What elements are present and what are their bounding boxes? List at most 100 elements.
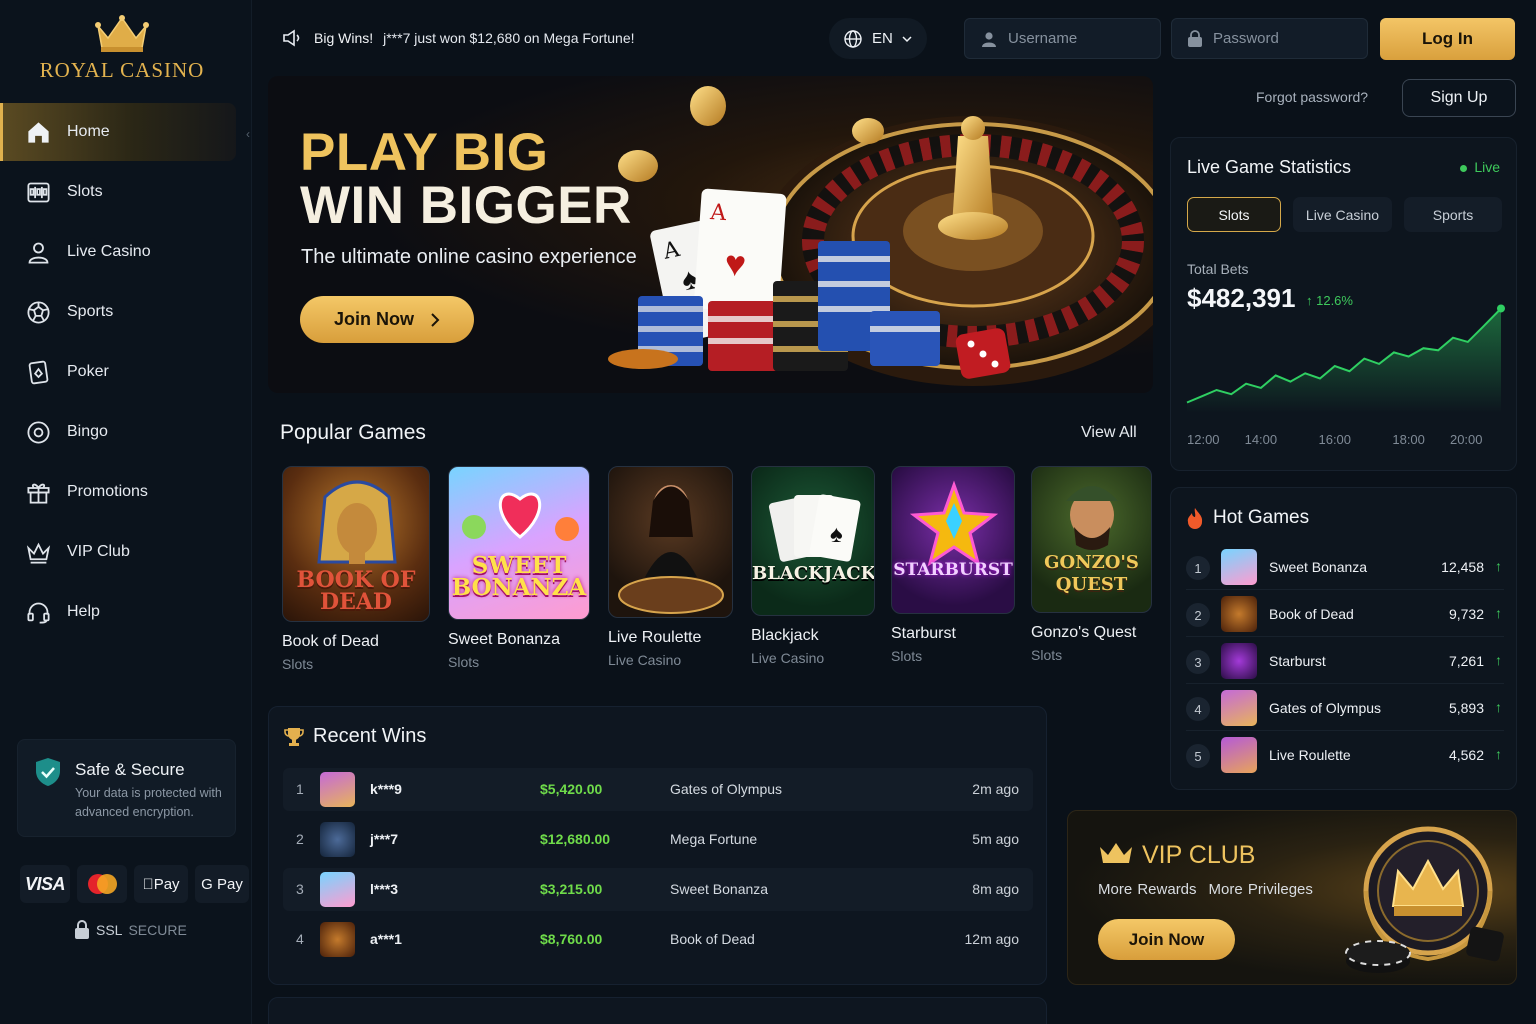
x-tick-label: 20:00 xyxy=(1450,432,1483,447)
game-card-blackjack[interactable]: ♠ BLACKJACK Blackjack Live Casino xyxy=(751,466,875,666)
vip-title: VIP CLUB xyxy=(1142,841,1256,869)
nav-item-bingo[interactable]: Bingo xyxy=(0,403,252,461)
hot-game-count: 5,893 xyxy=(1448,700,1484,716)
nav-item-promotions[interactable]: Promotions xyxy=(0,463,252,521)
vip-club-banner: VIP CLUB More Rewards More Privileges Joi… xyxy=(1067,810,1517,985)
recent-wins-panel: Recent Wins 1 k***9 $5,420.00 Gates of O… xyxy=(268,706,1047,985)
win-game: Gates of Olympus xyxy=(670,781,783,797)
nav-item-live-casino[interactable]: Live Casino xyxy=(0,223,252,281)
hot-rank: 3 xyxy=(1186,650,1210,674)
cards-icon xyxy=(28,360,49,384)
hot-game-name: Live Roulette xyxy=(1269,747,1351,763)
join-now-button[interactable]: Join Now xyxy=(300,296,474,343)
hot-game-row[interactable]: 5 Live Roulette 4,562 ↑ xyxy=(1186,734,1504,778)
nav-item-poker[interactable]: Poker xyxy=(0,343,252,401)
nav-label: Live Casino xyxy=(67,243,151,260)
popular-games-title: Popular Games xyxy=(280,421,426,444)
megaphone-icon xyxy=(283,29,300,47)
password-field[interactable] xyxy=(1171,18,1368,59)
visa-logo: VISA xyxy=(20,865,70,903)
crown-icon xyxy=(1100,843,1132,863)
game-category: Slots xyxy=(891,648,923,664)
nav-label: Poker xyxy=(67,363,109,380)
hot-game-name: Sweet Bonanza xyxy=(1269,559,1368,575)
game-thumbnail xyxy=(1221,596,1257,632)
hero-banner: A ♠ A ♥ PLAY BIG WIN BIGGER The ultimate o… xyxy=(268,76,1153,393)
win-user: k***9 xyxy=(370,781,402,797)
brand-logo[interactable]: ROYAL CASINO xyxy=(0,14,244,83)
gift-icon xyxy=(27,483,50,504)
username-input[interactable] xyxy=(1008,30,1148,47)
hot-game-row[interactable]: 1 Sweet Bonanza 12,458 ↑ xyxy=(1186,546,1504,590)
game-card-sweet-bonanza[interactable]: SWEET BONANZA Sweet Bonanza Slots xyxy=(448,466,590,670)
trend-up-icon: ↑ xyxy=(1495,652,1502,668)
hot-games-panel: Hot Games 1 Sweet Bonanza 12,458 ↑ 2 Boo… xyxy=(1170,487,1517,790)
headset-icon xyxy=(27,602,50,624)
win-amount: $3,215.00 xyxy=(540,881,603,897)
vip-subtitle: More Rewards More Privileges xyxy=(1098,881,1313,898)
tab-slots[interactable]: Slots xyxy=(1187,197,1281,232)
svg-text:A: A xyxy=(708,200,728,226)
chart-area xyxy=(1187,308,1501,413)
signup-button[interactable]: Sign Up xyxy=(1402,79,1516,117)
main-nav: Home Slots Live Casino Sports Poker Bing… xyxy=(0,103,252,643)
game-name: Blackjack xyxy=(751,627,819,644)
ticker-lead: Big Wins! xyxy=(314,30,374,46)
win-row: 2 j***7 $12,680.00 Mega Fortune 5m ago xyxy=(283,818,1033,861)
star-gem-icon xyxy=(909,480,999,567)
game-thumbnail xyxy=(320,922,355,957)
safe-secure-card: Safe & Secure Your data is protected wit… xyxy=(17,739,236,837)
game-thumbnail xyxy=(320,772,355,807)
nav-item-help[interactable]: Help xyxy=(0,583,252,641)
hot-rank: 5 xyxy=(1186,744,1210,768)
vip-join-button[interactable]: Join Now xyxy=(1098,919,1235,960)
game-thumbnail xyxy=(608,466,733,618)
username-field[interactable] xyxy=(964,18,1161,59)
x-tick-label: 14:00 xyxy=(1245,432,1278,447)
game-thumbnail xyxy=(1221,737,1257,773)
win-rank: 1 xyxy=(296,781,304,797)
game-name: Starburst xyxy=(891,625,956,642)
forgot-password-link[interactable]: Forgot password? xyxy=(1256,89,1368,105)
tab-live-casino[interactable]: Live Casino xyxy=(1293,197,1392,232)
win-row: 1 k***9 $5,420.00 Gates of Olympus 2m ag… xyxy=(283,768,1033,811)
game-category: Live Casino xyxy=(751,650,825,666)
tab-sports[interactable]: Sports xyxy=(1404,197,1502,232)
win-rank: 2 xyxy=(296,831,304,847)
hot-game-count: 7,261 xyxy=(1448,653,1484,669)
nav-item-home[interactable]: Home xyxy=(0,103,236,161)
x-tick-label: 12:00 xyxy=(1187,432,1220,447)
view-all-link[interactable]: View All xyxy=(1081,424,1137,442)
nav-label: VIP Club xyxy=(67,543,130,560)
live-stats-panel: Live Game Statistics Live Slots Live Cas… xyxy=(1170,137,1517,471)
google-pay-logo: G Pay xyxy=(195,865,249,903)
x-tick-label: 18:00 xyxy=(1392,432,1425,447)
hot-game-row[interactable]: 3 Starburst 7,261 ↑ xyxy=(1186,640,1504,684)
collapse-sidebar-icon[interactable]: ‹ xyxy=(246,127,250,141)
password-input[interactable] xyxy=(1213,30,1353,47)
hot-game-row[interactable]: 4 Gates of Olympus 5,893 ↑ xyxy=(1186,687,1504,731)
game-card-starburst[interactable]: STARBURST Starburst Slots xyxy=(891,466,1015,664)
game-card-book-of-dead[interactable]: BOOK OF DEAD Book of Dead Slots xyxy=(282,466,430,672)
win-game: Mega Fortune xyxy=(670,831,758,847)
nav-item-sports[interactable]: Sports xyxy=(0,283,252,341)
hero-subtitle: The ultimate online casino experience xyxy=(301,246,637,268)
vip-crown-emblem xyxy=(1345,826,1504,973)
language-selector[interactable]: EN xyxy=(829,18,927,59)
total-bets-chart: 12:00 14:00 16:00 18:00 20:00 xyxy=(1186,304,1505,447)
payment-methods: VISA Pay G Pay xyxy=(20,865,249,903)
lock-icon xyxy=(1188,29,1202,47)
login-button[interactable]: Log In xyxy=(1380,18,1515,60)
game-card-live-roulette[interactable]: Live Roulette Live Casino xyxy=(608,466,733,668)
nav-item-slots[interactable]: Slots xyxy=(0,163,252,221)
ticker-text: j***7 just won $12,680 on Mega Fortune! xyxy=(383,30,635,46)
win-amount: $8,760.00 xyxy=(540,931,603,947)
game-thumbnail: SWEET BONANZA xyxy=(448,466,590,620)
game-card-gonzos-quest[interactable]: GONZO'S QUEST Gonzo's Quest Slots xyxy=(1031,466,1152,663)
game-category: Slots xyxy=(448,654,480,670)
game-category: Slots xyxy=(282,656,314,672)
nav-item-vip-club[interactable]: VIP Club xyxy=(0,523,252,581)
ssl-label: SSL xyxy=(96,922,123,938)
hot-game-row[interactable]: 2 Book of Dead 9,732 ↑ xyxy=(1186,593,1504,637)
nav-label: Bingo xyxy=(67,423,108,440)
